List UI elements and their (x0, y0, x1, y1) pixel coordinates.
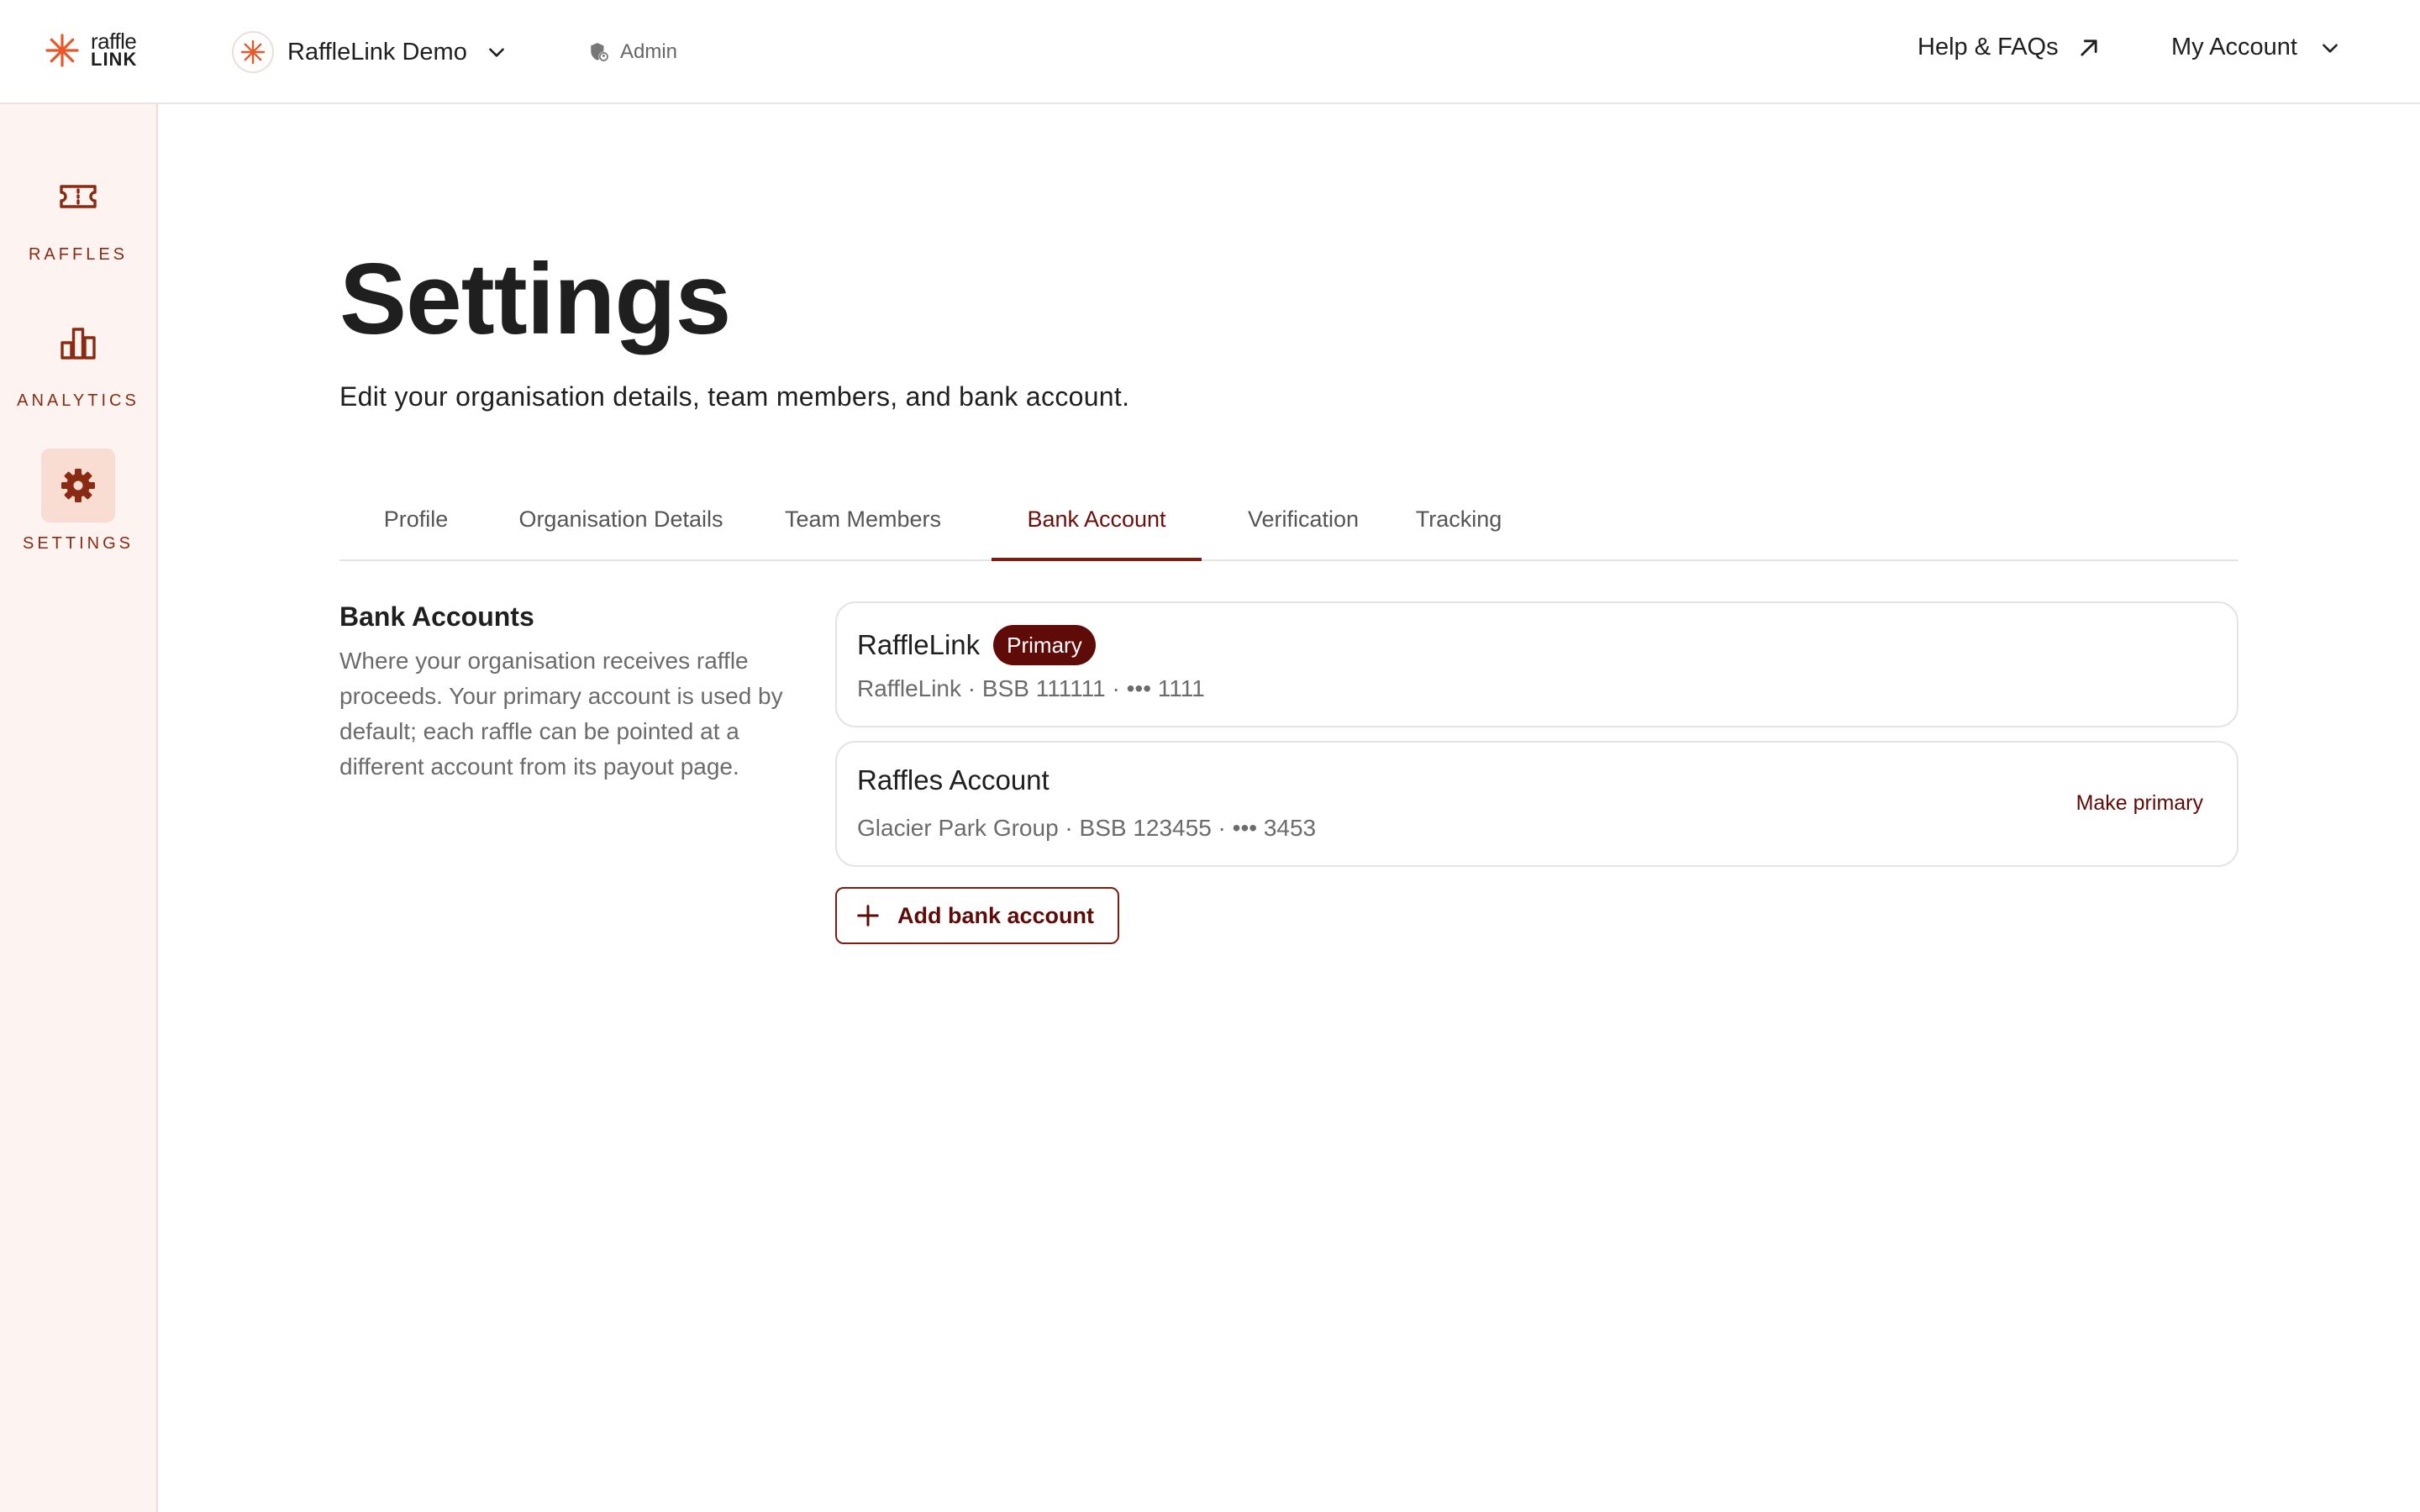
sidebar: RAFFLES ANALYTICS SETTINGS (0, 104, 158, 1512)
section-description: Where your organisation receives raffle … (339, 648, 783, 780)
sidebar-item-settings[interactable]: SETTINGS (0, 449, 156, 554)
chevron-down-icon (488, 48, 504, 57)
asterisk-logo-icon (45, 34, 79, 67)
account-label: My Account (2171, 34, 2297, 60)
asterisk-icon (240, 39, 266, 65)
account-detail: Glacier Park Group · BSB 123455 · ••• 34… (857, 815, 1317, 841)
logo-text-top: raffle (91, 29, 137, 54)
sidebar-item-label: ANALYTICS (17, 391, 139, 410)
top-bar: raffle LINK RaffleLink Demo Admin Help &… (0, 0, 2420, 104)
org-name: RaffleLink Demo (287, 38, 467, 66)
settings-tabs: Profile Organisation Details Team Member… (339, 496, 2238, 561)
chevron-down-icon (2323, 43, 2338, 53)
app-logo[interactable]: raffle LINK (44, 29, 138, 70)
sidebar-item-raffles[interactable]: RAFFLES (0, 160, 156, 265)
gear-icon (61, 469, 95, 502)
role-label: Admin (620, 40, 678, 63)
section-title: Bank Accounts (339, 601, 534, 632)
logo-text-bottom: LINK (91, 49, 138, 70)
org-avatar (232, 31, 274, 73)
account-detail: RaffleLink · BSB 111111 · ••• 1111 (857, 675, 1205, 701)
help-faqs-link[interactable]: Help & FAQs (1918, 34, 2101, 61)
plus-icon (857, 905, 879, 927)
external-link-arrow-icon (2081, 39, 2097, 56)
make-primary-button[interactable]: Make primary (2076, 791, 2203, 816)
tab-verification[interactable]: Verification (1223, 496, 1383, 559)
add-bank-account-label: Add bank account (897, 902, 1095, 928)
page-subtitle: Edit your organisation details, team mem… (339, 381, 1130, 412)
account-name: RaffleLink (857, 629, 981, 660)
tab-bank-account[interactable]: Bank Account (992, 496, 1202, 561)
help-label: Help & FAQs (1918, 34, 2059, 60)
tab-organisation-details[interactable]: Organisation Details (499, 496, 743, 559)
shield-user-icon (591, 43, 609, 62)
bar-chart-icon (60, 328, 96, 360)
tab-team-members[interactable]: Team Members (771, 496, 955, 559)
account-name: Raffles Account (857, 764, 1050, 795)
my-account-menu[interactable]: My Account (2171, 34, 2341, 61)
role-indicator: Admin (588, 40, 677, 64)
sidebar-item-label: RAFFLES (28, 245, 129, 264)
page-title: Settings (339, 243, 731, 355)
add-bank-account-button[interactable]: Add bank account (835, 887, 1119, 944)
sidebar-item-label: SETTINGS (22, 534, 134, 553)
primary-badge: Primary (993, 625, 1096, 665)
tab-tracking[interactable]: Tracking (1398, 496, 1519, 559)
sidebar-item-analytics[interactable]: ANALYTICS (0, 306, 156, 411)
tab-profile[interactable]: Profile (360, 496, 472, 559)
bank-account-card[interactable]: Raffles Account Glacier Park Group · BSB… (835, 741, 2238, 867)
organisation-switcher[interactable]: RaffleLink Demo (232, 30, 508, 74)
ticket-icon (60, 185, 97, 208)
bank-account-card[interactable]: RaffleLink Primary RaffleLink · BSB 1111… (835, 601, 2238, 727)
